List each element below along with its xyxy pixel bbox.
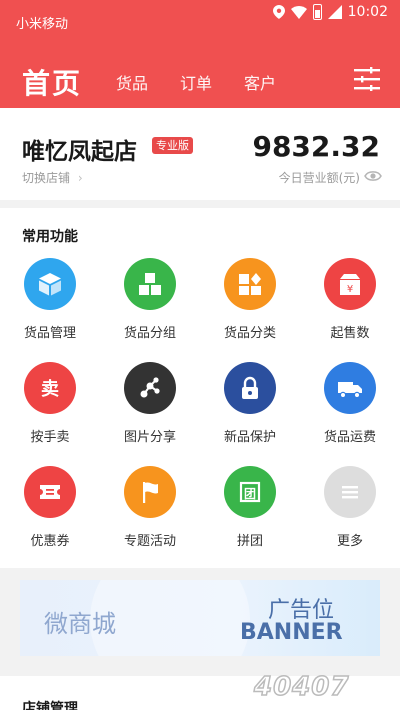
tab-orders[interactable]: 订单 (180, 70, 212, 94)
switch-store-label: 切换店铺 (22, 171, 71, 185)
feature-label: 图片分享 (123, 430, 176, 445)
feature-image-share[interactable]: 图片分享 (100, 362, 200, 462)
status-bar: 小米移动 10:02 (0, 0, 400, 32)
eye-icon[interactable] (364, 169, 382, 183)
tab-home[interactable]: 首页 (22, 62, 82, 102)
pro-badge: 专业版 (152, 137, 193, 154)
feature-topic-activity[interactable]: 专题活动 (100, 466, 200, 566)
signal-icon (327, 5, 342, 19)
feature-new-product-protect[interactable]: 新品保护 (200, 362, 300, 462)
feature-min-quantity[interactable]: ¥ 起售数 (300, 258, 400, 358)
app-header: 小米移动 10:02 首页 货品 订单 客户 (0, 0, 400, 108)
svg-text:¥: ¥ (347, 284, 353, 295)
feature-label: 更多 (336, 534, 363, 549)
carrier-name: 小米移动 (16, 17, 69, 32)
feature-label: 货品运费 (323, 430, 376, 445)
tab-customers[interactable]: 客户 (244, 70, 276, 94)
package-yen-icon: ¥ (324, 258, 376, 310)
feature-goods-group[interactable]: 货品分组 (100, 258, 200, 358)
share-icon (124, 362, 176, 414)
feature-label: 货品分类 (223, 326, 276, 341)
feature-label: 货品管理 (23, 326, 76, 341)
store-name: 唯忆凤起店 (22, 139, 137, 165)
ad-banner[interactable]: 微商城 广告位 BANNER (20, 580, 380, 656)
menu-settings-icon[interactable] (354, 67, 380, 91)
truck-icon (324, 362, 376, 414)
feature-label: 货品分组 (123, 326, 176, 341)
feature-goods-category[interactable]: 货品分类 (200, 258, 300, 358)
features-title: 常用功能 (22, 229, 78, 245)
feature-goods-management[interactable]: 货品管理 (0, 258, 100, 358)
store-card: 唯忆凤起店 专业版 切换店铺 › 9832.32 今日营业额(元) (0, 108, 400, 200)
status-icons: 10:02 (272, 4, 388, 20)
svg-text:团: 团 (244, 487, 256, 501)
feature-label: 优惠券 (30, 534, 70, 549)
feature-coupon[interactable]: 优惠券 (0, 466, 100, 566)
svg-text:卖: 卖 (41, 378, 59, 400)
store-management-title: 店铺管理 (22, 701, 78, 710)
lock-icon (224, 362, 276, 414)
more-icon (324, 466, 376, 518)
cube-icon (24, 258, 76, 310)
coupon-icon (24, 466, 76, 518)
banner-section: 微商城 广告位 BANNER (0, 568, 400, 668)
revenue-value: 9832.32 (252, 130, 380, 163)
feature-shipping-fee[interactable]: 货品运费 (300, 362, 400, 462)
tab-goods[interactable]: 货品 (116, 70, 148, 94)
feature-group-buy[interactable]: 团 拼团 (200, 466, 300, 566)
feature-label: 按手卖 (30, 430, 70, 445)
category-icon (224, 258, 276, 310)
feature-label: 拼团 (236, 534, 263, 549)
feature-more[interactable]: 更多 (300, 466, 400, 566)
revenue-label: 今日营业额(元) (278, 171, 360, 185)
feature-label: 专题活动 (123, 534, 176, 549)
wifi-icon (290, 6, 307, 19)
clock: 10:02 (347, 4, 388, 20)
banner-shop-title: 微商城 (44, 610, 116, 638)
sell-icon: 卖 (24, 362, 76, 414)
boxes-icon (124, 258, 176, 310)
watermark-logo: 40407 (253, 671, 350, 703)
feature-sell-by-hand[interactable]: 卖 按手卖 (0, 362, 100, 462)
feature-label: 起售数 (330, 326, 370, 341)
group-icon: 团 (224, 466, 276, 518)
location-icon (272, 5, 285, 19)
feature-label: 新品保护 (223, 430, 276, 445)
nav-bar: 首页 货品 订单 客户 (0, 56, 400, 100)
battery-icon (312, 4, 322, 20)
banner-word: BANNER (240, 620, 343, 645)
features-section: 常用功能 货品管理 货品分组 货品分类 ¥ 起售数 卖 按手卖 图片分享 新品保… (0, 208, 400, 568)
flag-icon (124, 466, 176, 518)
chevron-right-icon: › (77, 171, 83, 185)
switch-store-link[interactable]: 切换店铺 › (22, 169, 83, 186)
